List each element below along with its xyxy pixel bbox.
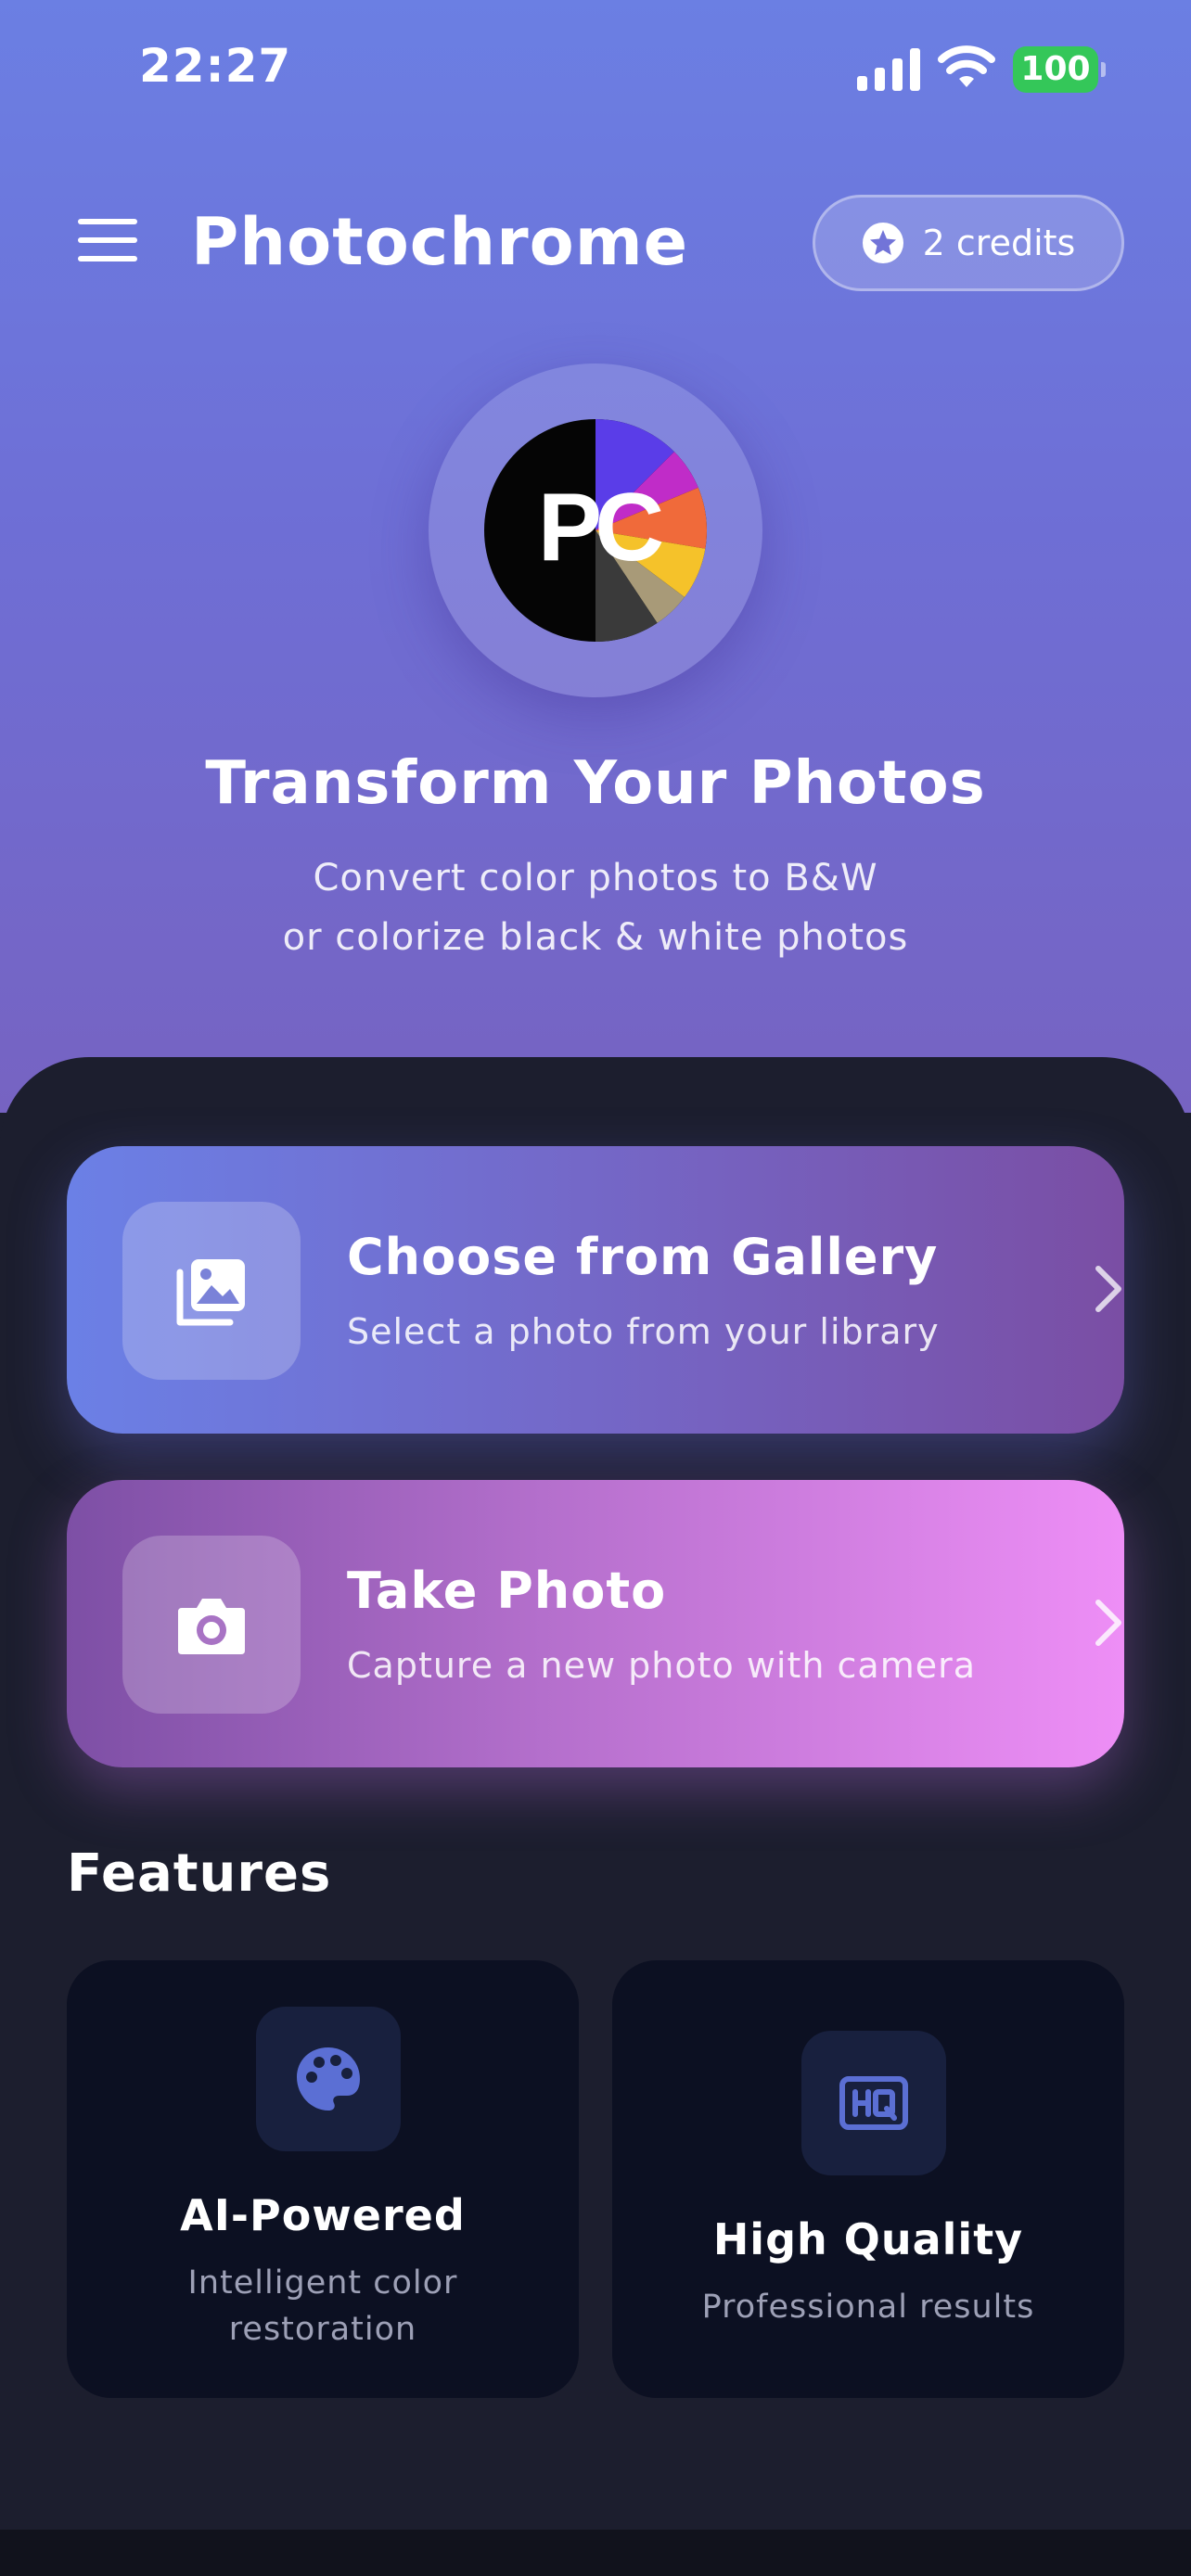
bottom-bar xyxy=(0,2530,1191,2576)
chevron-right-icon xyxy=(1095,1600,1121,1646)
hq-icon-box xyxy=(801,2031,946,2175)
hero-subtitle-line-2: or colorize black & white photos xyxy=(282,916,909,959)
feature-description: Professional results xyxy=(701,2289,1035,2326)
hamburger-menu-icon[interactable] xyxy=(78,219,141,265)
chevron-right-icon xyxy=(1095,1266,1121,1312)
wifi-icon xyxy=(938,45,995,87)
app-header: Photochrome 2 credits xyxy=(0,185,1191,306)
credits-label: 2 credits xyxy=(922,223,1076,263)
app-title: Photochrome xyxy=(191,204,689,280)
app-logo: PC xyxy=(484,419,707,642)
gallery-subtitle: Select a photo from your library xyxy=(347,1311,940,1352)
hero-title: Transform Your Photos xyxy=(205,749,986,818)
choose-from-gallery-button[interactable]: Choose from Gallery Select a photo from … xyxy=(67,1146,1124,1434)
battery-icon: 100 xyxy=(1013,46,1106,93)
svg-text:PC: PC xyxy=(538,474,662,581)
credits-button[interactable]: 2 credits xyxy=(813,195,1124,291)
star-badge-icon xyxy=(862,223,903,263)
feature-name: AI-Powered xyxy=(180,2190,466,2240)
feature-name: High Quality xyxy=(712,2214,1024,2264)
camera-icon xyxy=(178,1599,245,1654)
feature-card-ai-powered: AI-Powered Intelligent color restoration xyxy=(67,1960,579,2398)
palette-icon-box xyxy=(256,2007,401,2151)
palette-icon xyxy=(297,2047,360,2111)
take-photo-title: Take Photo xyxy=(347,1562,667,1620)
hq-icon xyxy=(839,2076,908,2130)
features-heading: Features xyxy=(67,1843,332,1904)
photo-library-icon xyxy=(176,1259,245,1326)
take-photo-subtitle: Capture a new photo with camera xyxy=(347,1645,977,1686)
camera-icon-box xyxy=(122,1536,301,1714)
gallery-title: Choose from Gallery xyxy=(347,1228,939,1286)
cellular-signal-icon xyxy=(857,48,920,91)
hero-subtitle-line-1: Convert color photos to B&W xyxy=(313,857,878,899)
gallery-icon-box xyxy=(122,1202,301,1380)
feature-description-line-2: restoration xyxy=(228,2311,417,2348)
feature-card-high-quality: High Quality Professional results xyxy=(612,1960,1124,2398)
take-photo-button[interactable]: Take Photo Capture a new photo with came… xyxy=(67,1480,1124,1767)
status-bar: 22:27 100 xyxy=(0,0,1191,139)
status-time: 22:27 xyxy=(139,39,292,93)
feature-description-line-1: Intelligent color xyxy=(187,2264,458,2302)
